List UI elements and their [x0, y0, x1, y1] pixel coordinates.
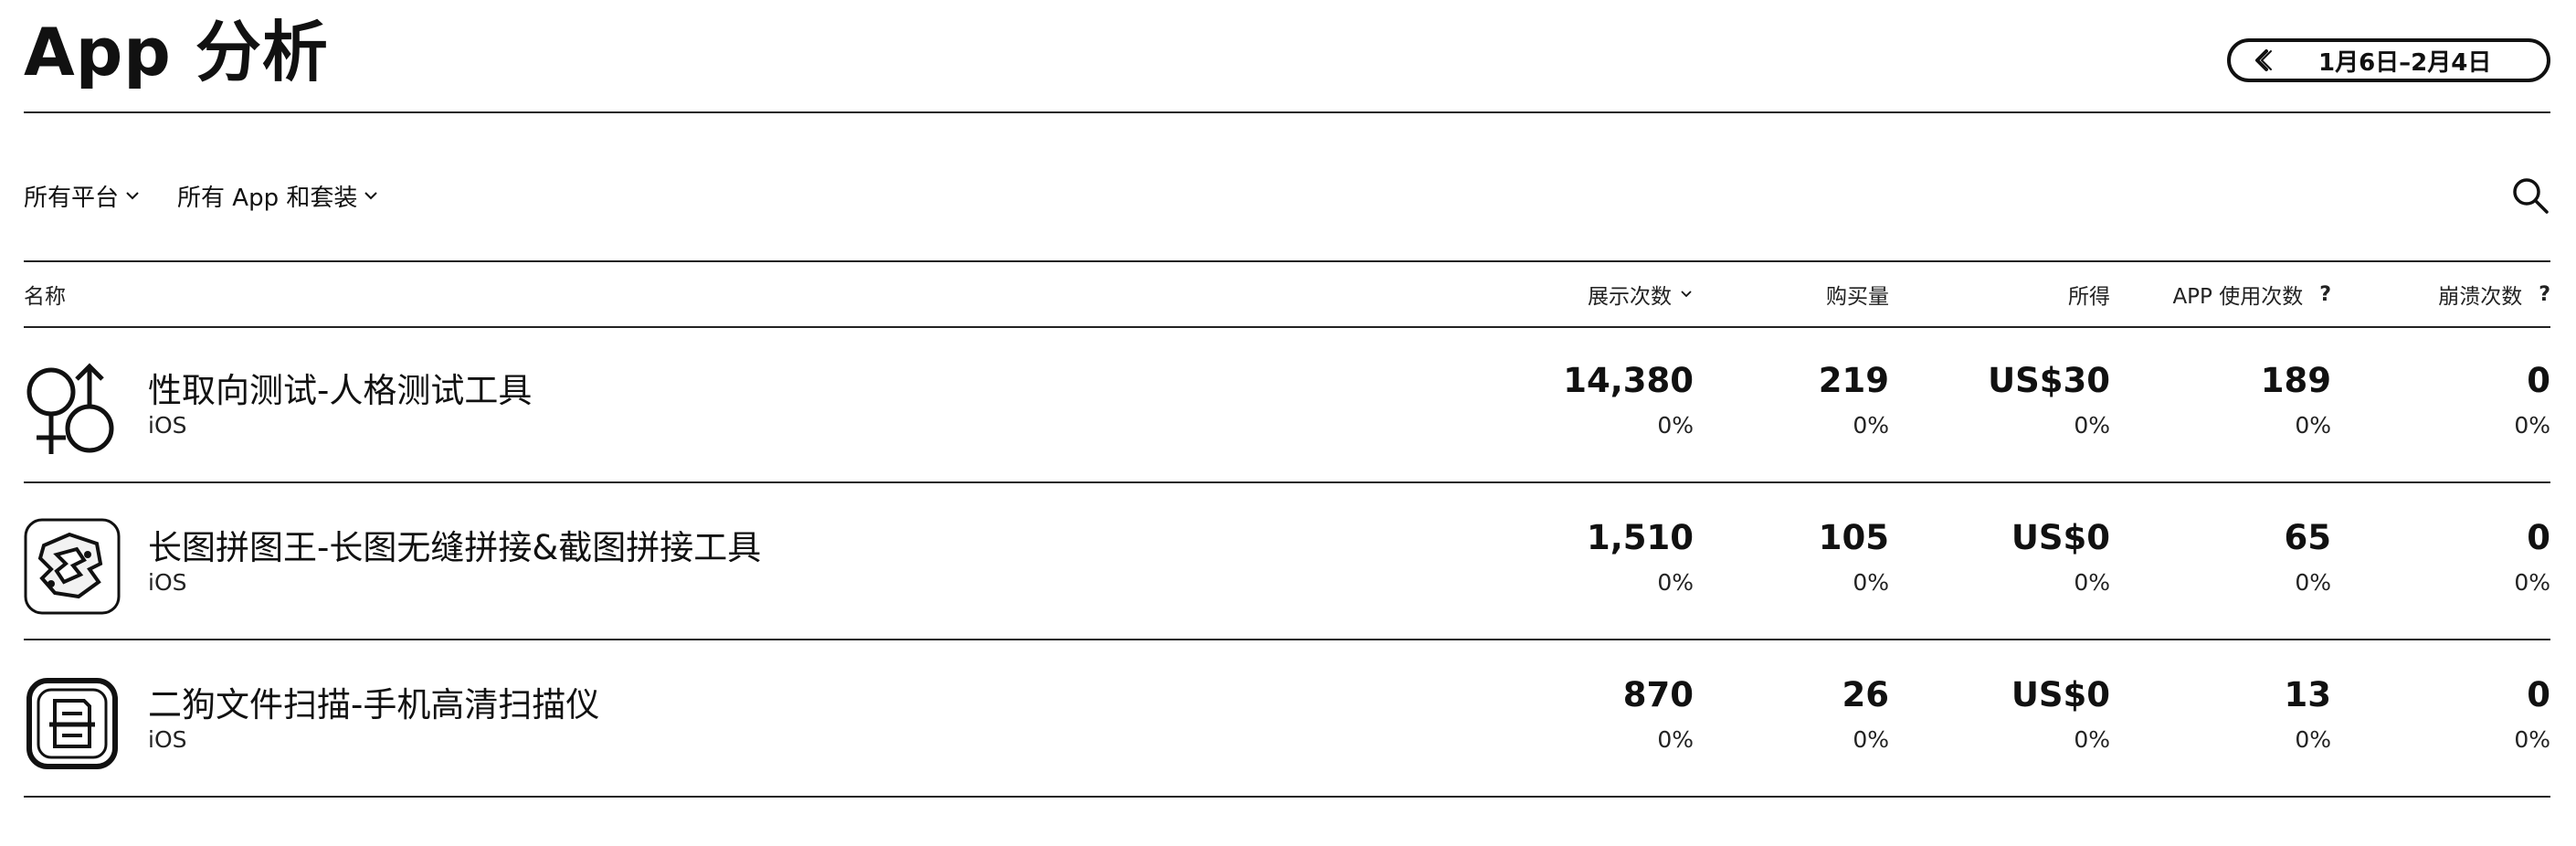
app-platform: iOS — [148, 412, 187, 439]
app-platform: iOS — [148, 569, 187, 596]
filter-bar: 所有平台 所有 App 和套装 — [24, 175, 416, 216]
page-header: App 分析 1月6日–2月4日 — [24, 0, 2550, 113]
platform-filter[interactable]: 所有平台 — [24, 179, 141, 213]
crashes-help-icon[interactable]: ? — [2539, 283, 2550, 306]
proceeds-pct: 0% — [2074, 726, 2110, 753]
app-filter-label: 所有 App 和套装 — [177, 184, 358, 212]
document-scanner-app-icon — [26, 678, 118, 769]
purchases-value: 219 — [1818, 361, 1889, 400]
chevron-down-icon — [126, 192, 139, 200]
purchases-pct: 0% — [1853, 569, 1889, 596]
proceeds-value: US$0 — [2011, 518, 2110, 557]
column-sessions-label: APP 使用次数 — [2172, 285, 2304, 309]
proceeds-value: US$30 — [1988, 361, 2110, 400]
app-platform: iOS — [148, 726, 187, 753]
crashes-value: 0 — [2527, 361, 2550, 400]
date-range-label: 1月6日–2月4日 — [2318, 48, 2492, 77]
column-crashes-label: 崩溃次数 — [2438, 285, 2523, 309]
table-row[interactable]: 二狗文件扫描-手机高清扫描仪 iOS 870 0% 26 0% US$0 0% … — [24, 640, 2550, 798]
purchases-pct: 0% — [1853, 412, 1889, 439]
crashes-value: 0 — [2527, 518, 2550, 557]
puzzle-app-icon — [24, 518, 121, 615]
crashes-pct: 0% — [2514, 569, 2550, 596]
crashes-pct: 0% — [2514, 412, 2550, 439]
column-name[interactable]: 名称 — [24, 262, 66, 326]
proceeds-pct: 0% — [2074, 569, 2110, 596]
sessions-pct: 0% — [2295, 569, 2331, 596]
impressions-pct: 0% — [1657, 412, 1694, 439]
impressions-value: 870 — [1622, 675, 1694, 714]
sessions-value: 13 — [2284, 675, 2332, 714]
proceeds-value: US$0 — [2011, 675, 2110, 714]
purchases-value: 26 — [1842, 675, 1890, 714]
impressions-pct: 0% — [1657, 569, 1694, 596]
date-range-button[interactable]: 1月6日–2月4日 — [2227, 38, 2550, 82]
column-sessions[interactable]: APP 使用次数 ? — [2075, 262, 2331, 326]
column-crashes[interactable]: 崩溃次数 ? — [2349, 262, 2550, 326]
app-name[interactable]: 二狗文件扫描-手机高清扫描仪 — [148, 677, 599, 726]
sessions-value: 65 — [2284, 518, 2332, 557]
app-filter[interactable]: 所有 App 和套装 — [177, 179, 379, 213]
sessions-help-icon[interactable]: ? — [2319, 283, 2331, 306]
crashes-pct: 0% — [2514, 726, 2550, 753]
column-impressions[interactable]: 展示次数 — [1493, 262, 1694, 326]
proceeds-pct: 0% — [2074, 412, 2110, 439]
table-row[interactable]: 长图拼图王-长图无缝拼接&截图拼接工具 iOS 1,510 0% 105 0% … — [24, 483, 2550, 640]
table-header: 名称 展示次数 购买量 所得 APP 使用次数 ? 崩溃次数 ? — [24, 260, 2550, 328]
impressions-pct: 0% — [1657, 726, 1694, 753]
sessions-pct: 0% — [2295, 726, 2331, 753]
sort-chevron-down-icon — [1681, 291, 1692, 298]
table-row[interactable]: 性取向测试-人格测试工具 iOS 14,380 0% 219 0% US$30 … — [24, 326, 2550, 483]
impressions-value: 1,510 — [1586, 518, 1694, 557]
impressions-value: 14,380 — [1563, 361, 1694, 400]
purchases-pct: 0% — [1853, 726, 1889, 753]
column-purchases[interactable]: 购买量 — [1706, 262, 1889, 326]
gender-symbols-icon — [24, 361, 121, 458]
column-name-label: 名称 — [24, 285, 66, 309]
column-purchases-label: 购买量 — [1826, 285, 1889, 309]
purchases-value: 105 — [1818, 518, 1889, 557]
chevron-down-icon — [364, 192, 378, 200]
app-name[interactable]: 性取向测试-人格测试工具 — [148, 363, 532, 412]
platform-filter-label: 所有平台 — [24, 184, 120, 212]
sessions-pct: 0% — [2295, 412, 2331, 439]
app-name[interactable]: 长图拼图王-长图无缝拼接&截图拼接工具 — [148, 520, 761, 569]
chevron-left-icon[interactable] — [2249, 47, 2276, 74]
sessions-value: 189 — [2260, 361, 2331, 400]
page-title: App 分析 — [24, 14, 329, 90]
crashes-value: 0 — [2527, 675, 2550, 714]
column-impressions-label: 展示次数 — [1588, 285, 1672, 309]
search-icon[interactable] — [2510, 175, 2550, 216]
